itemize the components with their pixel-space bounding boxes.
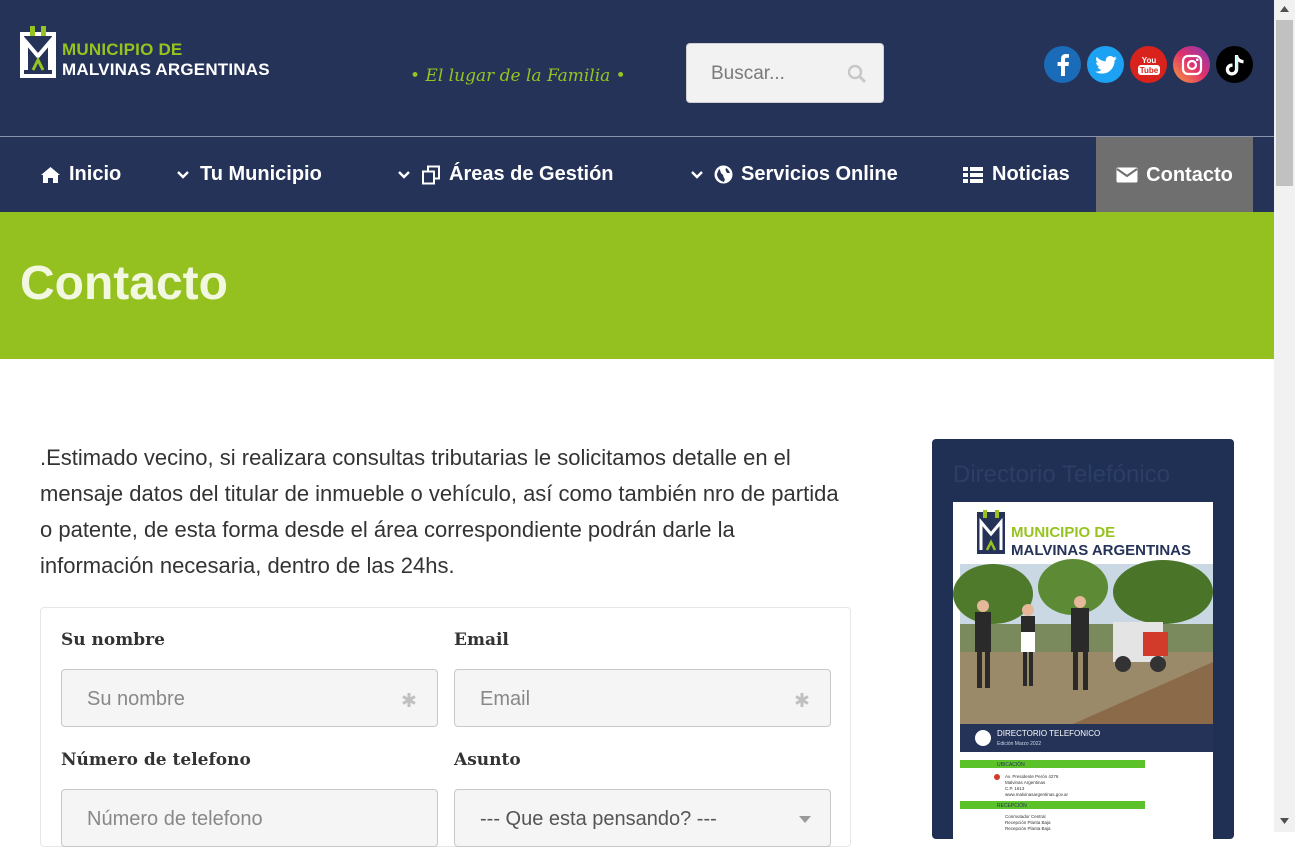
directory-widget: Directorio Telefónico MUNICIPIO DE MALVI… bbox=[932, 439, 1234, 842]
nav-item-inicio[interactable]: Inicio bbox=[40, 137, 121, 212]
nav-item-label: Tu Municipio bbox=[200, 163, 322, 185]
logo-emblem bbox=[20, 26, 56, 78]
youtube-icon[interactable]: You Tube bbox=[1130, 46, 1167, 83]
nav-item-label: Contacto bbox=[1146, 163, 1233, 186]
chevron-down-icon bbox=[177, 170, 189, 179]
cover-section2: RECEPCIÓN bbox=[997, 802, 1027, 809]
svg-text:You: You bbox=[1141, 56, 1156, 65]
email-placeholder: Email bbox=[480, 688, 531, 710]
nav-item-label: Inicio bbox=[69, 163, 122, 185]
twitter-icon[interactable] bbox=[1087, 46, 1124, 83]
instagram-icon[interactable] bbox=[1173, 46, 1210, 83]
facebook-icon[interactable] bbox=[1044, 46, 1081, 83]
logo-line2: MALVINAS ARGENTINAS bbox=[62, 60, 270, 79]
main-nav: Inicio Tu Municipio Áreas de Gestión Ser… bbox=[0, 136, 1274, 219]
directory-cover-image[interactable]: MUNICIPIO DE MALVINAS ARGENTINAS DIRECTO… bbox=[953, 502, 1213, 842]
cover-line1: MUNICIPIO DE bbox=[1011, 524, 1115, 541]
subject-selected: --- Que esta pensando? --- bbox=[480, 808, 717, 830]
search-icon[interactable] bbox=[847, 64, 867, 84]
cover-band-sub: Edición Marzo 2022 bbox=[997, 741, 1041, 747]
home-icon bbox=[41, 166, 60, 183]
email-field[interactable]: Email bbox=[454, 669, 831, 727]
tiktok-icon[interactable] bbox=[1216, 46, 1253, 83]
cover-reception-2: Recepción Planta Baja bbox=[1005, 820, 1051, 825]
chevron-down-icon bbox=[398, 170, 410, 179]
contact-form: Su nombre Su nombre Email Email Número d… bbox=[40, 607, 851, 847]
subject-label: Asunto bbox=[454, 750, 521, 770]
scroll-up-arrow-icon[interactable] bbox=[1280, 6, 1289, 12]
logo-line1: MUNICIPIO DE bbox=[62, 40, 183, 59]
scroll-down-arrow-icon[interactable] bbox=[1280, 818, 1289, 824]
nav-item-contacto[interactable]: Contacto bbox=[1096, 137, 1253, 219]
cover-reception-3: Recepción Planta Baja bbox=[1005, 826, 1051, 831]
nav-item-areas-de-gestion[interactable]: Áreas de Gestión bbox=[397, 137, 614, 212]
required-asterisk-icon bbox=[795, 693, 809, 707]
cover-address-3: C.P. 1613 bbox=[1005, 786, 1025, 791]
phone-field[interactable]: Número de telefono bbox=[61, 789, 438, 847]
search-input[interactable]: Buscar... bbox=[711, 63, 785, 85]
name-label: Su nombre bbox=[61, 630, 165, 650]
list-icon bbox=[963, 166, 983, 183]
site-header: MUNICIPIO DE MALVINAS ARGENTINAS • El lu… bbox=[0, 0, 1274, 136]
cover-line2: MALVINAS ARGENTINAS bbox=[1011, 542, 1191, 559]
page-scrollbar[interactable] bbox=[1274, 0, 1295, 832]
nav-item-label: Servicios Online bbox=[741, 163, 898, 185]
site-logo[interactable]: MUNICIPIO DE MALVINAS ARGENTINAS bbox=[20, 26, 280, 82]
subject-select[interactable]: --- Que esta pensando? --- bbox=[454, 789, 831, 847]
phone-label: Número de telefono bbox=[61, 750, 251, 770]
directory-cover-art: MUNICIPIO DE MALVINAS ARGENTINAS DIRECTO… bbox=[953, 502, 1213, 842]
name-field[interactable]: Su nombre bbox=[61, 669, 438, 727]
nav-item-noticias[interactable]: Noticias bbox=[962, 137, 1070, 212]
page-title: Contacto bbox=[20, 257, 228, 310]
cover-reception-1: Conmutador Central bbox=[1005, 814, 1046, 819]
email-label: Email bbox=[454, 630, 509, 650]
copy-icon bbox=[422, 165, 440, 184]
nav-item-label: Áreas de Gestión bbox=[449, 163, 614, 185]
envelope-icon bbox=[1116, 167, 1138, 183]
name-placeholder: Su nombre bbox=[87, 688, 185, 710]
scrollbar-thumb[interactable] bbox=[1276, 20, 1293, 186]
cover-section1: UBICACIÓN bbox=[997, 761, 1025, 768]
chevron-down-icon bbox=[691, 170, 703, 179]
caret-down-icon bbox=[799, 816, 811, 823]
directory-title: Directorio Telefónico bbox=[953, 461, 1170, 488]
cover-address-2: Malvinas Argentinas bbox=[1005, 780, 1046, 785]
phone-placeholder: Número de telefono bbox=[87, 808, 263, 830]
globe-icon bbox=[714, 165, 733, 184]
required-asterisk-icon bbox=[402, 693, 416, 707]
page-hero: Contacto bbox=[0, 212, 1274, 359]
cover-address-4: www.malvinasargentinas.gov.ar bbox=[1005, 792, 1068, 797]
svg-text:Tube: Tube bbox=[1139, 66, 1158, 75]
tagline: • El lugar de la Familia • bbox=[410, 66, 626, 86]
search-box[interactable]: Buscar... bbox=[686, 43, 884, 103]
nav-item-servicios-online[interactable]: Servicios Online bbox=[690, 137, 898, 212]
nav-item-label: Noticias bbox=[992, 163, 1070, 185]
cover-address-1: Av. Presidente Perón 4276 bbox=[1005, 774, 1059, 779]
intro-text: .Estimado vecino, si realizara consultas… bbox=[40, 445, 839, 578]
cover-band-title: DIRECTORIO TELEFONICO bbox=[997, 729, 1100, 738]
nav-item-tu-municipio[interactable]: Tu Municipio bbox=[176, 137, 322, 212]
